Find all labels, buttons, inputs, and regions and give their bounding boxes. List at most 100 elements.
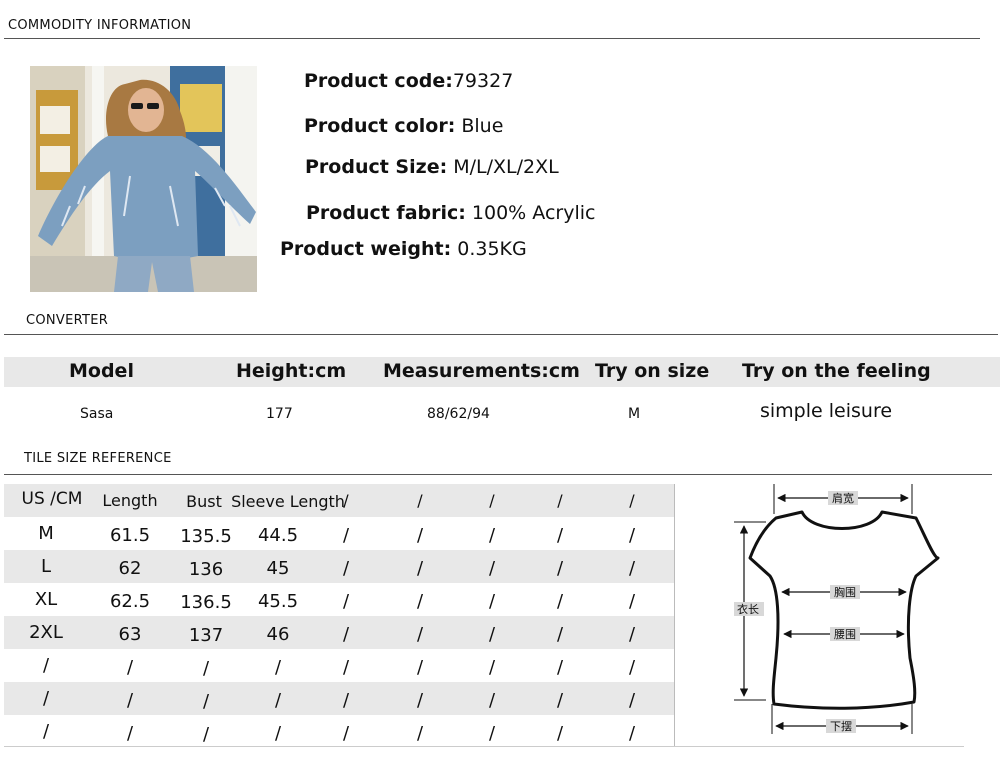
- product-color: Product color: Blue: [304, 115, 503, 137]
- size-cell: L: [40, 556, 52, 577]
- measurement-diagram: 肩宽 胸围 腰围 衣长 下摆: [720, 478, 980, 740]
- size-cell: 136.5: [180, 592, 232, 613]
- table-row: / / / / / / / / /: [4, 715, 674, 748]
- table-row: 2XL 63 137 46 / / / / /: [4, 616, 674, 649]
- diagram-label-hem: 下摆: [830, 719, 852, 733]
- size-cell: /: [202, 691, 210, 712]
- table-row: M 61.5 135.5 44.5 / / / / /: [4, 517, 674, 550]
- product-size-value: M/L/XL/2XL: [453, 156, 559, 178]
- size-cell: /: [488, 591, 496, 612]
- size-cell: /: [488, 657, 496, 678]
- size-cell: /: [628, 657, 636, 678]
- size-cell: /: [126, 657, 134, 678]
- diagram-label-length: 衣长: [737, 602, 759, 616]
- size-cell: /: [628, 723, 636, 744]
- size-cell: /: [42, 655, 50, 676]
- size-cell: /: [488, 624, 496, 645]
- size-cell: XL: [34, 589, 58, 610]
- product-code-label: Product code:: [304, 70, 453, 92]
- size-cell: /: [416, 558, 424, 579]
- size-header-cell: Sleeve Length: [231, 492, 345, 511]
- size-cell: /: [488, 723, 496, 744]
- converter-header-measurements: Measurements:cm: [383, 360, 580, 382]
- size-cell: /: [416, 624, 424, 645]
- size-cell: /: [274, 657, 282, 678]
- size-cell: /: [556, 525, 564, 546]
- size-cell: 46: [266, 624, 290, 645]
- product-fabric-label: Product fabric:: [306, 202, 466, 224]
- size-cell: 62: [118, 558, 142, 579]
- size-cell: 63: [118, 624, 142, 645]
- section-title-commodity: COMMODITY INFORMATION: [8, 18, 192, 33]
- size-cell: /: [556, 624, 564, 645]
- size-table: US /CM Length Bust Sleeve Length / / / /…: [4, 484, 674, 746]
- size-cell: /: [628, 591, 636, 612]
- table-row: / / / / / / / / /: [4, 682, 674, 715]
- size-cell: 45.5: [257, 591, 299, 612]
- size-cell: M: [38, 523, 54, 544]
- size-cell: /: [342, 558, 350, 579]
- size-cell: 137: [188, 625, 224, 646]
- size-cell: /: [274, 723, 282, 744]
- table-row: XL 62.5 136.5 45.5 / / / / /: [4, 583, 674, 616]
- converter-value-height: 177: [266, 406, 293, 422]
- size-header-cell: Bust: [186, 492, 222, 511]
- size-cell: /: [342, 657, 350, 678]
- product-color-label: Product color:: [304, 115, 456, 137]
- converter-value-measurements: 88/62/94: [427, 406, 490, 422]
- size-table-header: US /CM Length Bust Sleeve Length / / / /…: [4, 484, 674, 517]
- size-cell: /: [488, 558, 496, 579]
- product-weight-label: Product weight:: [280, 238, 452, 260]
- size-cell: /: [628, 525, 636, 546]
- size-cell: 44.5: [257, 525, 299, 546]
- size-cell: /: [488, 525, 496, 546]
- converter-header-model: Model: [69, 360, 134, 382]
- divider: [4, 474, 992, 475]
- section-title-converter: CONVERTER: [26, 313, 109, 328]
- size-cell: 45: [266, 558, 290, 579]
- converter-value-try-feeling: simple leisure: [760, 400, 893, 422]
- size-cell: /: [628, 624, 636, 645]
- product-code: Product code:79327: [304, 70, 513, 92]
- size-cell: /: [628, 690, 636, 711]
- size-header-cell: Length: [102, 491, 158, 510]
- product-weight-value: 0.35KG: [457, 238, 527, 260]
- size-cell: /: [342, 690, 350, 711]
- size-header-cell: /: [343, 491, 349, 510]
- table-divider: [674, 484, 675, 746]
- size-cell: /: [202, 658, 210, 679]
- product-fabric-value: 100% Acrylic: [471, 202, 596, 224]
- size-header-cell: /: [489, 491, 495, 510]
- tshirt-outline-icon: [748, 510, 940, 710]
- diagram-label-shoulder: 肩宽: [832, 491, 854, 505]
- size-cell: /: [416, 525, 424, 546]
- diagram-label-chest: 胸围: [834, 585, 856, 599]
- size-cell: /: [416, 690, 424, 711]
- size-cell: /: [628, 558, 636, 579]
- size-cell: /: [416, 591, 424, 612]
- size-header-cell: /: [417, 491, 423, 510]
- converter-header-try-size: Try on size: [595, 360, 710, 382]
- size-cell: /: [126, 690, 134, 711]
- size-cell: /: [416, 657, 424, 678]
- divider: [4, 334, 998, 335]
- size-cell: /: [556, 723, 564, 744]
- size-cell: 62.5: [109, 591, 151, 612]
- bottom-divider: [4, 746, 964, 747]
- size-cell: /: [126, 723, 134, 744]
- size-cell: /: [342, 591, 350, 612]
- size-cell: /: [556, 657, 564, 678]
- product-code-value: 79327: [452, 70, 514, 92]
- size-cell: /: [202, 724, 210, 745]
- diagram-label-waist: 腰围: [834, 628, 856, 641]
- size-header-cell: /: [629, 491, 635, 510]
- product-weight: Product weight: 0.35KG: [280, 238, 527, 260]
- size-cell: 135.5: [180, 526, 232, 547]
- converter-header-try-feeling: Try on the feeling: [742, 360, 931, 382]
- table-row: / / / / / / / / /: [4, 649, 674, 682]
- product-color-value: Blue: [461, 115, 504, 137]
- size-cell: /: [42, 688, 50, 709]
- size-cell: /: [342, 624, 350, 645]
- size-cell: /: [42, 721, 50, 742]
- product-photo: [30, 66, 257, 292]
